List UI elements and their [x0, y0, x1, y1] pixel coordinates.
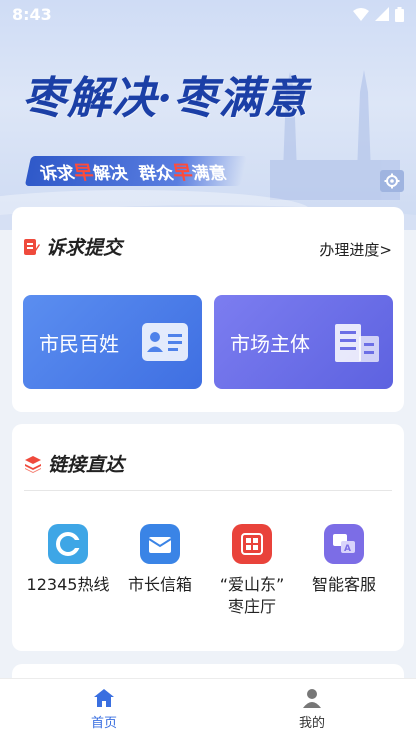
- status-bar: 8:43: [0, 0, 416, 28]
- mail-icon: [140, 524, 180, 564]
- links-card: 链接直达 12345热线 市长信箱 “爱山东” 枣庄厅 A 智能客服: [12, 424, 404, 651]
- citizen-label: 市民百姓: [39, 331, 119, 356]
- edit-doc-icon: [24, 238, 40, 255]
- hotline-label: 12345热线: [26, 575, 110, 594]
- link-smart-service[interactable]: A 智能客服: [298, 524, 390, 596]
- nav-home[interactable]: 首页: [0, 679, 208, 738]
- signal-icon: [375, 7, 389, 21]
- status-icons: [353, 6, 404, 22]
- market-tile[interactable]: 市场主体: [214, 295, 393, 389]
- mailbox-label: 市长信箱: [127, 575, 192, 594]
- petition-card: 诉求提交 办理进度> 市民百姓 市场主体: [12, 207, 404, 412]
- progress-link[interactable]: 办理进度>: [319, 239, 392, 260]
- gear-icon: [384, 173, 400, 189]
- banner-slogan: 诉求早解决 群众早满意: [24, 156, 248, 186]
- link-mayor-mailbox[interactable]: 市长信箱: [114, 524, 206, 596]
- app-screen: 枣解决·枣满意 诉求早解决 群众早满意 8:43 诉求提交 办理进度> 市民百姓…: [0, 0, 416, 738]
- slogan-part-1: 诉求: [38, 163, 77, 184]
- seal-icon: [232, 524, 272, 564]
- status-time: 8:43: [12, 4, 52, 24]
- user-icon: [303, 688, 321, 708]
- svg-text:A: A: [344, 544, 351, 554]
- links-header: 链接直达: [24, 450, 124, 477]
- slogan-text: 诉求早解决 群众早满意: [38, 158, 229, 185]
- nav-mine-label: 我的: [298, 715, 325, 731]
- link-ai-shandong[interactable]: “爱山东” 枣庄厅: [206, 524, 298, 618]
- citizen-tile[interactable]: 市民百姓: [23, 295, 202, 389]
- building-icon: [335, 324, 379, 362]
- ai-shandong-label: “爱山东” 枣庄厅: [206, 574, 298, 618]
- slogan-part-3: 满意: [190, 163, 229, 184]
- ai-shandong-line2: 枣庄厅: [227, 597, 276, 616]
- petition-title: 诉求提交: [46, 237, 123, 259]
- petition-header: 诉求提交: [24, 233, 122, 260]
- nav-mine[interactable]: 我的: [208, 679, 416, 738]
- banner-title: 枣解决·枣满意: [22, 73, 309, 124]
- ai-shandong-line1: “爱山东”: [219, 575, 285, 594]
- wifi-icon: [353, 8, 369, 21]
- smart-service-label: 智能客服: [311, 575, 376, 594]
- links-divider: [24, 490, 392, 491]
- market-label: 市场主体: [230, 331, 310, 356]
- translate-chat-icon: A: [324, 524, 364, 564]
- link-hotline-12345[interactable]: 12345热线: [22, 524, 114, 596]
- bottom-nav: 首页 我的: [0, 678, 416, 738]
- slogan-part-2: 解决 群众: [91, 163, 176, 184]
- id-card-icon: [142, 323, 188, 361]
- battery-icon: [395, 6, 404, 22]
- links-title: 链接直达: [48, 454, 125, 476]
- nav-home-label: 首页: [90, 715, 117, 731]
- hero-banner: 枣解决·枣满意 诉求早解决 群众早满意: [0, 0, 416, 230]
- hotline-icon: [48, 524, 88, 564]
- settings-button[interactable]: [380, 170, 404, 192]
- home-icon: [94, 688, 114, 707]
- layers-icon: [25, 455, 41, 473]
